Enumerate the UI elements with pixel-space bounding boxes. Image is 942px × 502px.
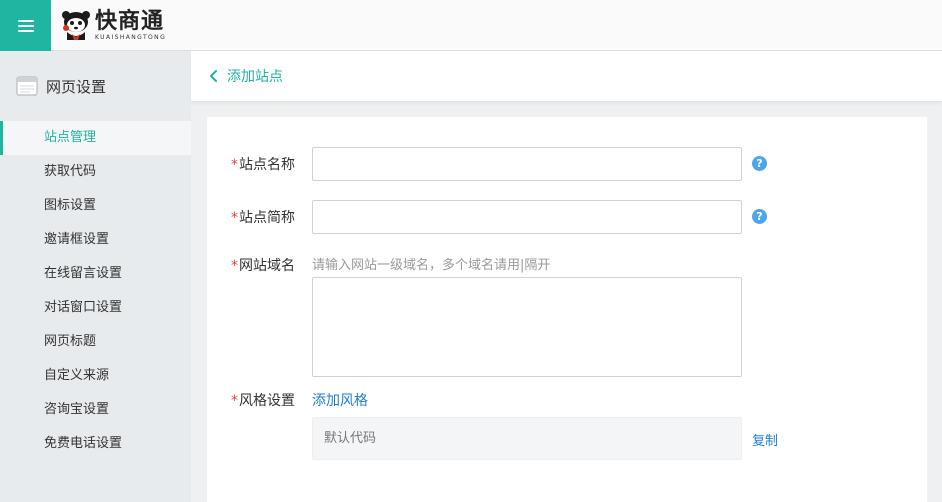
logo[interactable]: 快商通 KUAISHANGTONG — [61, 9, 166, 43]
back-link[interactable]: 添加站点 — [209, 66, 283, 86]
content-header: 添加站点 — [191, 51, 942, 102]
sidebar-item-site-management[interactable]: 站点管理 — [0, 121, 191, 155]
sidebar-item-consult-settings[interactable]: 咨询宝设置 — [0, 393, 191, 427]
default-code-box[interactable]: 默认代码 — [312, 417, 742, 460]
sidebar-title: 网页设置 — [46, 77, 107, 96]
top-bar: 快商通 KUAISHANGTONG — [0, 0, 942, 51]
site-name-help-icon[interactable]: ? — [752, 156, 767, 171]
domain-textarea[interactable] — [312, 277, 742, 377]
required-mark: * — [231, 258, 238, 274]
hamburger-icon — [17, 19, 34, 32]
sidebar-header: 网页设置 — [0, 51, 191, 121]
chevron-left-icon — [210, 70, 217, 82]
mascot-logo-icon — [62, 11, 90, 40]
style-label: *风格设置 — [231, 393, 295, 409]
required-mark: * — [231, 393, 238, 409]
required-mark: * — [231, 210, 238, 226]
sidebar: 网页设置 站点管理 获取代码 图标设置 邀请框设置 在线留言设置 对话窗口设置 … — [0, 51, 191, 502]
browser-window-icon — [16, 76, 38, 96]
sidebar-item-free-call-settings[interactable]: 免费电话设置 — [0, 427, 191, 461]
logo-subtext: KUAISHANGTONG — [95, 34, 167, 41]
menu-toggle-button[interactable] — [0, 0, 51, 51]
required-mark: * — [231, 157, 238, 173]
sidebar-item-custom-source[interactable]: 自定义来源 — [0, 359, 191, 393]
sidebar-item-invite-box-settings[interactable]: 邀请框设置 — [0, 223, 191, 257]
sidebar-item-get-code[interactable]: 获取代码 — [0, 155, 191, 189]
form-panel: *站点名称 ? *站点简称 ? *网站域名 请输入网站一级域名，多个域名请用|隔… — [207, 117, 927, 502]
logo-text: 快商通 — [95, 9, 165, 34]
domain-hint: 请输入网站一级域名，多个域名请用|隔开 — [312, 258, 551, 273]
sidebar-item-icon-settings[interactable]: 图标设置 — [0, 189, 191, 223]
site-short-name-label: *站点简称 — [231, 210, 295, 226]
site-name-label: *站点名称 — [231, 157, 295, 173]
site-short-name-input[interactable] — [312, 200, 742, 234]
copy-link[interactable]: 复制 — [752, 430, 778, 449]
domain-label: *网站域名 — [231, 258, 295, 274]
page-title: 添加站点 — [227, 69, 283, 85]
sidebar-item-chat-window-settings[interactable]: 对话窗口设置 — [0, 291, 191, 325]
sidebar-menu: 站点管理 获取代码 图标设置 邀请框设置 在线留言设置 对话窗口设置 网页标题 … — [0, 121, 191, 461]
sidebar-item-online-message-settings[interactable]: 在线留言设置 — [0, 257, 191, 291]
sidebar-item-page-title[interactable]: 网页标题 — [0, 325, 191, 359]
site-short-name-help-icon[interactable]: ? — [752, 209, 767, 224]
site-name-input[interactable] — [312, 147, 742, 181]
add-style-link[interactable]: 添加风格 — [312, 390, 368, 410]
